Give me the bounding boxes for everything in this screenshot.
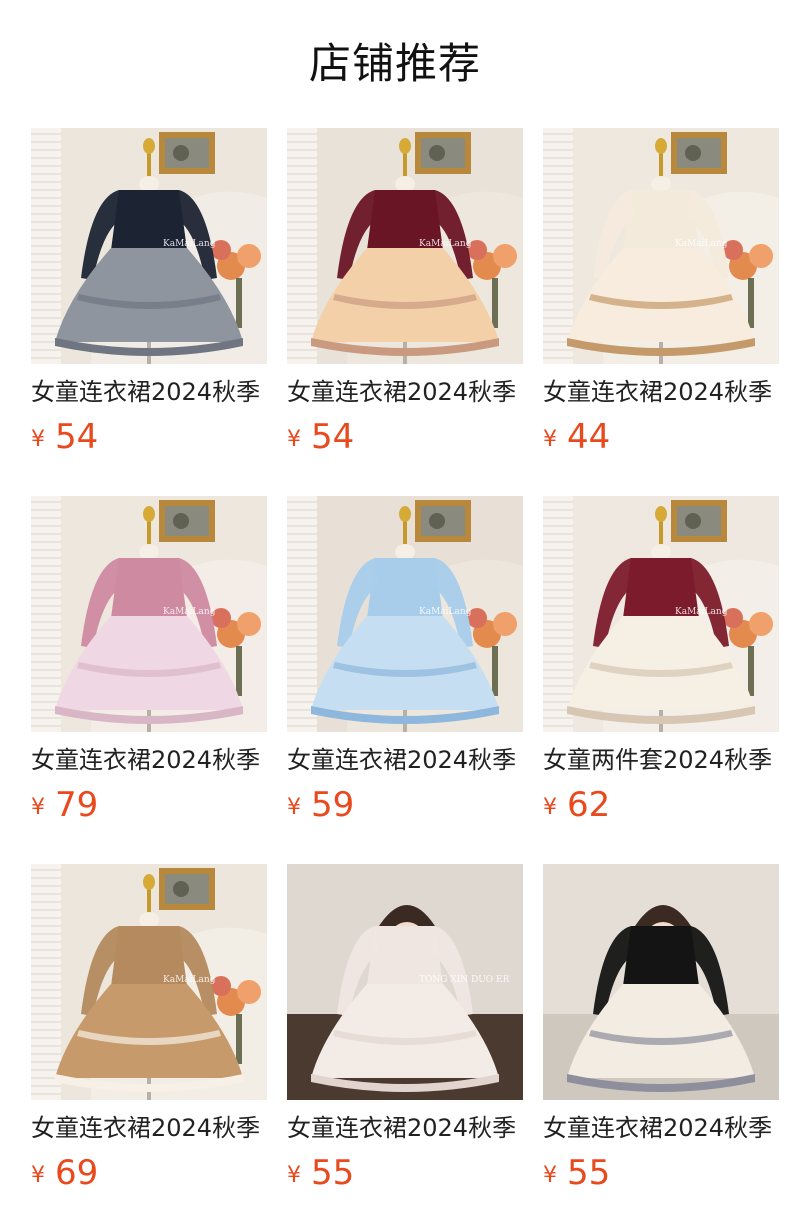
product-card[interactable]: KaMaiLang 女童连衣裙2024秋季 ¥59 [287, 496, 523, 852]
price-value: 54 [311, 417, 355, 457]
price-value: 62 [567, 785, 611, 825]
price-value: 44 [567, 417, 611, 457]
product-image[interactable]: KaMaiLang [31, 128, 267, 364]
product-image[interactable] [543, 864, 779, 1100]
currency-symbol: ¥ [543, 427, 557, 452]
brand-watermark: TONG XIN DUO ER [419, 975, 510, 985]
product-price: ¥54 [31, 416, 98, 458]
product-price: ¥55 [543, 1152, 610, 1194]
page-title: 店铺推荐 [308, 39, 481, 88]
product-name[interactable]: 女童连衣裙2024秋季 [287, 374, 527, 410]
product-price: ¥59 [287, 784, 354, 826]
product-card[interactable]: KaMaiLang 女童连衣裙2024秋季 ¥54 [31, 128, 267, 484]
price-value: 55 [311, 1153, 355, 1193]
price-value: 59 [311, 785, 355, 825]
currency-symbol: ¥ [287, 427, 301, 452]
price-value: 54 [55, 417, 99, 457]
product-image[interactable]: KaMaiLang [543, 128, 779, 364]
product-card[interactable]: KaMaiLang 女童连衣裙2024秋季 ¥44 [543, 128, 779, 484]
brand-watermark: KaMaiLang [163, 607, 216, 617]
currency-symbol: ¥ [287, 1163, 301, 1188]
brand-watermark: KaMaiLang [419, 607, 472, 617]
product-card[interactable]: KaMaiLang 女童两件套2024秋季 ¥62 [543, 496, 779, 852]
brand-watermark: KaMaiLang [675, 607, 728, 617]
product-name[interactable]: 女童两件套2024秋季 [543, 742, 783, 778]
product-card[interactable]: KaMaiLang 女童连衣裙2024秋季 ¥54 [287, 128, 523, 484]
product-image[interactable]: KaMaiLang [287, 128, 523, 364]
product-card[interactable]: KaMaiLang 女童连衣裙2024秋季 ¥69 [31, 864, 267, 1220]
price-value: 55 [567, 1153, 611, 1193]
product-name[interactable]: 女童连衣裙2024秋季 [31, 742, 271, 778]
brand-watermark: KaMaiLang [419, 239, 472, 249]
product-price: ¥62 [543, 784, 610, 826]
currency-symbol: ¥ [543, 1163, 557, 1188]
price-value: 79 [55, 785, 99, 825]
product-name[interactable]: 女童连衣裙2024秋季 [543, 1110, 783, 1146]
product-price: ¥79 [31, 784, 98, 826]
currency-symbol: ¥ [287, 795, 301, 820]
product-name[interactable]: 女童连衣裙2024秋季 [287, 742, 527, 778]
brand-watermark: KaMaiLang [675, 239, 728, 249]
product-image[interactable]: KaMaiLang [543, 496, 779, 732]
product-name[interactable]: 女童连衣裙2024秋季 [543, 374, 783, 410]
product-name[interactable]: 女童连衣裙2024秋季 [31, 1110, 271, 1146]
price-value: 69 [55, 1153, 99, 1193]
product-image[interactable]: TONG XIN DUO ER [287, 864, 523, 1100]
product-card[interactable]: KaMaiLang 女童连衣裙2024秋季 ¥79 [31, 496, 267, 852]
currency-symbol: ¥ [31, 427, 45, 452]
product-card[interactable]: 女童连衣裙2024秋季 ¥55 [543, 864, 779, 1220]
product-name[interactable]: 女童连衣裙2024秋季 [287, 1110, 527, 1146]
brand-watermark: KaMaiLang [163, 239, 216, 249]
product-grid: KaMaiLang 女童连衣裙2024秋季 ¥54 KaMaiLang 女童连衣裙202… [31, 128, 779, 1220]
product-price: ¥69 [31, 1152, 98, 1194]
product-card[interactable]: TONG XIN DUO ER 女童连衣裙2024秋季 ¥55 [287, 864, 523, 1220]
brand-watermark: KaMaiLang [163, 975, 216, 985]
product-name[interactable]: 女童连衣裙2024秋季 [31, 374, 271, 410]
product-image[interactable]: KaMaiLang [31, 864, 267, 1100]
product-price: ¥44 [543, 416, 610, 458]
product-image[interactable]: KaMaiLang [31, 496, 267, 732]
currency-symbol: ¥ [31, 795, 45, 820]
product-price: ¥55 [287, 1152, 354, 1194]
product-price: ¥54 [287, 416, 354, 458]
currency-symbol: ¥ [31, 1163, 45, 1188]
currency-symbol: ¥ [543, 795, 557, 820]
product-image[interactable]: KaMaiLang [287, 496, 523, 732]
